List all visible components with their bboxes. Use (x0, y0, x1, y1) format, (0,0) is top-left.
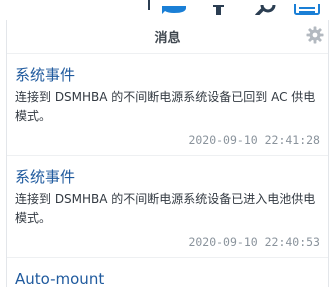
user-icon[interactable] (207, 0, 229, 15)
notification-panel: 消息 系统事件 连接到 DSMHBA 的不间断电源系统设备已回到 AC 供电模式… (6, 20, 329, 287)
search-icon[interactable] (252, 0, 276, 17)
panel-title: 消息 (154, 31, 181, 46)
notification-item[interactable]: 系统事件 连接到 DSMHBA 的不间断电源系统设备已进入电池供电模式。 202… (7, 156, 328, 258)
panel-header: 消息 (7, 20, 328, 54)
taskbar (0, 0, 335, 17)
notification-title: 系统事件 (15, 168, 76, 186)
notification-title: 系统事件 (15, 66, 76, 84)
notification-time: 2020-09-10 22:40:53 (188, 235, 320, 249)
notification-item[interactable]: 系统事件 连接到 DSMHBA 的不间断电源系统设备已回到 AC 供电模式。 2… (7, 54, 328, 156)
notification-body: 连接到 DSMHBA 的不间断电源系统设备已回到 AC 供电模式。 (15, 90, 316, 123)
taskbar-divider (148, 0, 150, 10)
notification-time: 2020-09-10 22:41:28 (188, 133, 320, 147)
notification-item[interactable]: Auto-mount (7, 258, 328, 287)
gear-icon[interactable] (306, 26, 324, 44)
widgets-icon[interactable] (294, 0, 320, 15)
notification-bubble-icon[interactable] (162, 0, 186, 14)
notification-title: Auto-mount (15, 270, 105, 287)
notification-body: 连接到 DSMHBA 的不间断电源系统设备已进入电池供电模式。 (15, 192, 316, 225)
